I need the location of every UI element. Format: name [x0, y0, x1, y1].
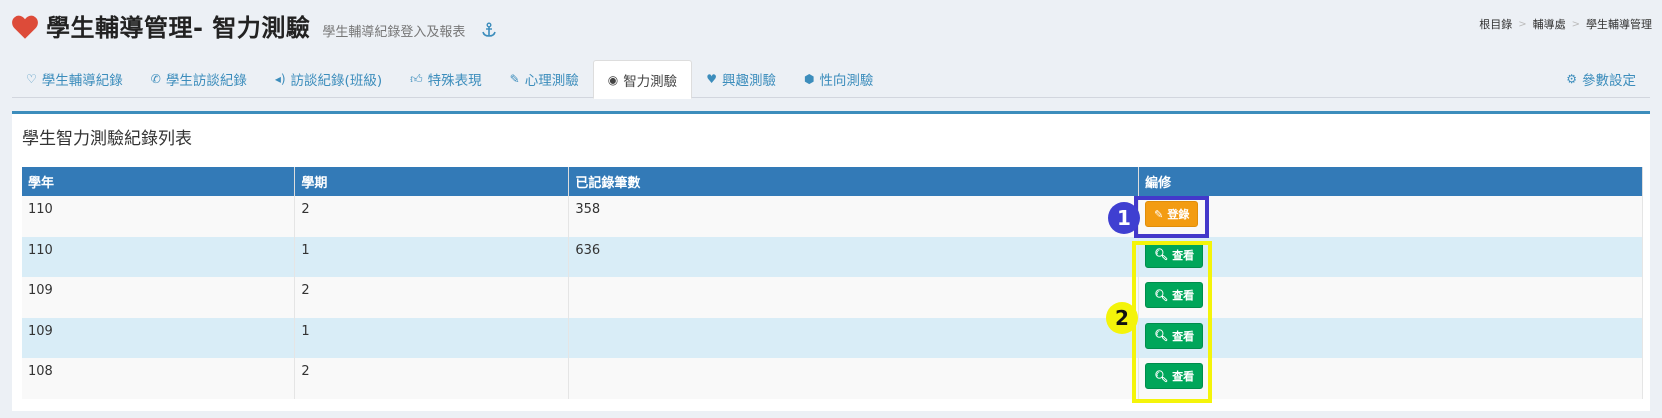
- table-row: 110 2 358 ✎ 登錄: [22, 196, 1643, 237]
- anchor-icon[interactable]: [481, 22, 497, 38]
- cell-count: 358: [568, 196, 1140, 237]
- cell-edit: 🔍︎ 查看: [1138, 277, 1643, 318]
- breadcrumb: 根目錄 > 輔導處 > 學生輔導管理: [1479, 16, 1652, 32]
- tab-label: 興趣測驗: [721, 73, 776, 89]
- heartbeat-icon: ♥: [706, 72, 717, 86]
- tab-label: 參數設定: [1582, 73, 1636, 89]
- tab-label: 心理測驗: [524, 73, 579, 89]
- table-row: 110 1 636 🔍︎ 查看: [22, 236, 1643, 277]
- cell-term: 2: [294, 277, 570, 318]
- tab-label: 學生訪談紀錄: [165, 73, 247, 89]
- edit-icon: ✎: [509, 72, 520, 86]
- breadcrumb-separator: >: [1571, 18, 1580, 30]
- cell-edit: 🔍︎ 查看: [1138, 236, 1643, 277]
- tab-settings[interactable]: ⚙ 參數設定: [1552, 60, 1650, 98]
- gear-icon: ⚙: [1566, 72, 1577, 86]
- heart-icon: [12, 15, 38, 39]
- cubes-icon: ⬢: [803, 72, 815, 86]
- cell-count: [568, 358, 1140, 399]
- cell-year: 110: [22, 196, 296, 237]
- tab-class-interview[interactable]: ◂) 訪談紀錄(班級): [261, 60, 396, 98]
- cell-term: 2: [294, 196, 570, 237]
- page-subtitle: 學生輔導紀錄登入及報表: [322, 25, 466, 40]
- tab-bar: ♡ 學生輔導紀錄 ✆ 學生訪談紀錄 ◂) 訪談紀錄(班級) 👍︎ 特殊表現 ✎ …: [12, 60, 1650, 99]
- cell-edit: 🔍︎ 查看: [1138, 358, 1643, 399]
- cell-year: 109: [22, 277, 296, 318]
- cell-count: 636: [568, 236, 1140, 277]
- tab-special-performance[interactable]: 👍︎ 特殊表現: [396, 60, 496, 98]
- page-header: 學生輔導管理- 智力測驗 學生輔導紀錄登入及報表: [12, 8, 497, 48]
- records-panel: 學生智力測驗紀錄列表 學年 學期 已記錄筆數 編修 110 2 358 ✎ 登錄: [12, 111, 1650, 411]
- table-row: 109 1 🔍︎ 查看: [22, 317, 1643, 358]
- heart-outline-icon: ♡: [26, 72, 37, 86]
- cell-year: 108: [22, 358, 296, 399]
- annotation-marker-1: 1: [1108, 202, 1140, 234]
- thumbs-up-icon: 👍︎: [410, 72, 423, 86]
- breadcrumb-separator: >: [1518, 18, 1527, 30]
- tab-aptitude-test[interactable]: ⬢ 性向測驗: [790, 60, 887, 98]
- tab-label: 學生輔導紀錄: [41, 73, 123, 89]
- phone-icon: ✆: [150, 72, 161, 86]
- cell-edit: ✎ 登錄: [1138, 196, 1643, 237]
- eye-icon: ◉: [607, 72, 619, 87]
- annotation-marker-2: 2: [1106, 302, 1138, 334]
- column-header-year: 學年: [22, 167, 296, 196]
- table-row: 108 2 🔍︎ 查看: [22, 358, 1643, 399]
- cell-count: [568, 277, 1140, 318]
- tab-iq-test[interactable]: ◉ 智力測驗: [592, 60, 693, 99]
- breadcrumb-current: 學生輔導管理: [1586, 18, 1652, 31]
- highlight-box-register: [1134, 196, 1209, 238]
- cell-count: [568, 317, 1140, 358]
- panel-title: 學生智力測驗紀錄列表: [22, 129, 192, 149]
- volume-icon: ◂): [274, 72, 286, 86]
- table-header-row: 學年 學期 已記錄筆數 編修: [22, 167, 1643, 196]
- tab-label: 訪談紀錄(班級): [290, 73, 383, 89]
- tab-label: 智力測驗: [623, 73, 678, 90]
- tab-guidance-records[interactable]: ♡ 學生輔導紀錄: [12, 60, 137, 98]
- breadcrumb-guidance-office[interactable]: 輔導處: [1533, 16, 1566, 32]
- cell-term: 1: [294, 317, 570, 358]
- table-row: 109 2 🔍︎ 查看: [22, 277, 1643, 318]
- tab-psych-test[interactable]: ✎ 心理測驗: [496, 60, 593, 98]
- records-table: 學年 學期 已記錄筆數 編修 110 2 358 ✎ 登錄 110 1 636 …: [22, 167, 1643, 399]
- cell-term: 1: [294, 236, 570, 277]
- page-title: 學生輔導管理- 智力測驗: [46, 14, 311, 42]
- tab-interview-records[interactable]: ✆ 學生訪談紀錄: [137, 60, 261, 98]
- column-header-term: 學期: [294, 167, 570, 196]
- column-header-count: 已記錄筆數: [568, 167, 1140, 196]
- breadcrumb-root[interactable]: 根目錄: [1479, 16, 1512, 32]
- tab-label: 特殊表現: [427, 73, 482, 89]
- cell-year: 109: [22, 317, 296, 358]
- cell-edit: 🔍︎ 查看: [1138, 317, 1643, 358]
- cell-term: 2: [294, 358, 570, 399]
- column-header-edit: 編修: [1138, 167, 1643, 196]
- highlight-box-view: [1132, 241, 1212, 403]
- tab-interest-test[interactable]: ♥ 興趣測驗: [692, 60, 790, 98]
- cell-year: 110: [22, 236, 296, 277]
- tab-label: 性向測驗: [819, 73, 874, 89]
